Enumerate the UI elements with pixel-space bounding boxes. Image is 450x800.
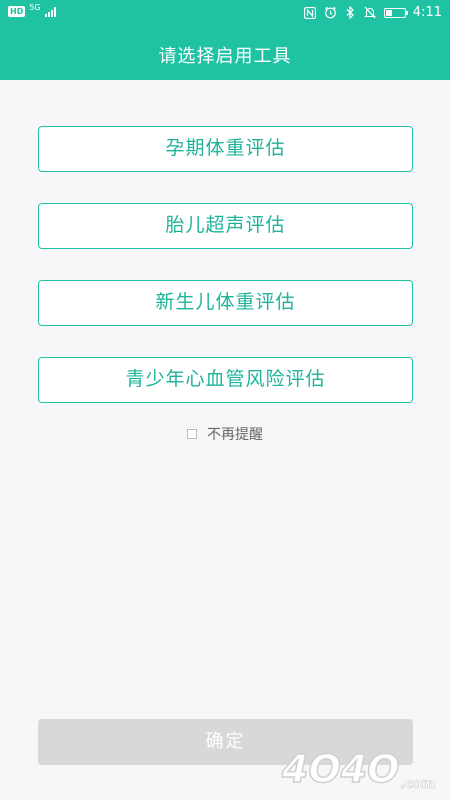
signal-strength-icon: [44, 6, 56, 17]
tool-button-newborn-weight[interactable]: 新生儿体重评估: [38, 280, 413, 326]
battery-level-fill: [385, 9, 392, 16]
tool-list: 孕期体重评估 胎儿超声评估 新生儿体重评估 青少年心血管风险评估: [38, 126, 413, 434]
page-title: 请选择启用工具: [158, 46, 292, 67]
mute-bell-icon: [364, 6, 377, 19]
tool-button-pregnancy-weight[interactable]: 孕期体重评估: [38, 126, 413, 172]
no-remind-checkbox[interactable]: [187, 429, 197, 439]
nfc-icon: [304, 6, 317, 19]
battery-icon: [383, 7, 408, 18]
svg-text:4O4O: 4O4O: [281, 747, 400, 791]
status-right: 4:11: [304, 5, 442, 20]
alarm-icon: [324, 6, 337, 19]
no-remind-label: 不再提醒: [207, 427, 263, 443]
svg-text:.com: .com: [400, 777, 435, 792]
tool-button-fetal-ultrasound[interactable]: 胎儿超声评估: [38, 203, 413, 249]
no-remind-option[interactable]: 不再提醒: [0, 424, 450, 444]
bluetooth-icon: [344, 6, 357, 19]
status-bar: HD 5G 4:11: [0, 0, 450, 28]
status-left: HD 5G: [8, 2, 56, 17]
status-time: 4:11: [412, 5, 442, 20]
watermark-logo: 4O4O .com: [280, 746, 435, 792]
network-type-badge: 5G: [29, 2, 41, 12]
hd-badge: HD: [8, 6, 26, 17]
app-header: HD 5G 4:11 请选择启用工具: [0, 0, 450, 80]
tool-button-youth-cardiovascular[interactable]: 青少年心血管风险评估: [38, 357, 413, 403]
